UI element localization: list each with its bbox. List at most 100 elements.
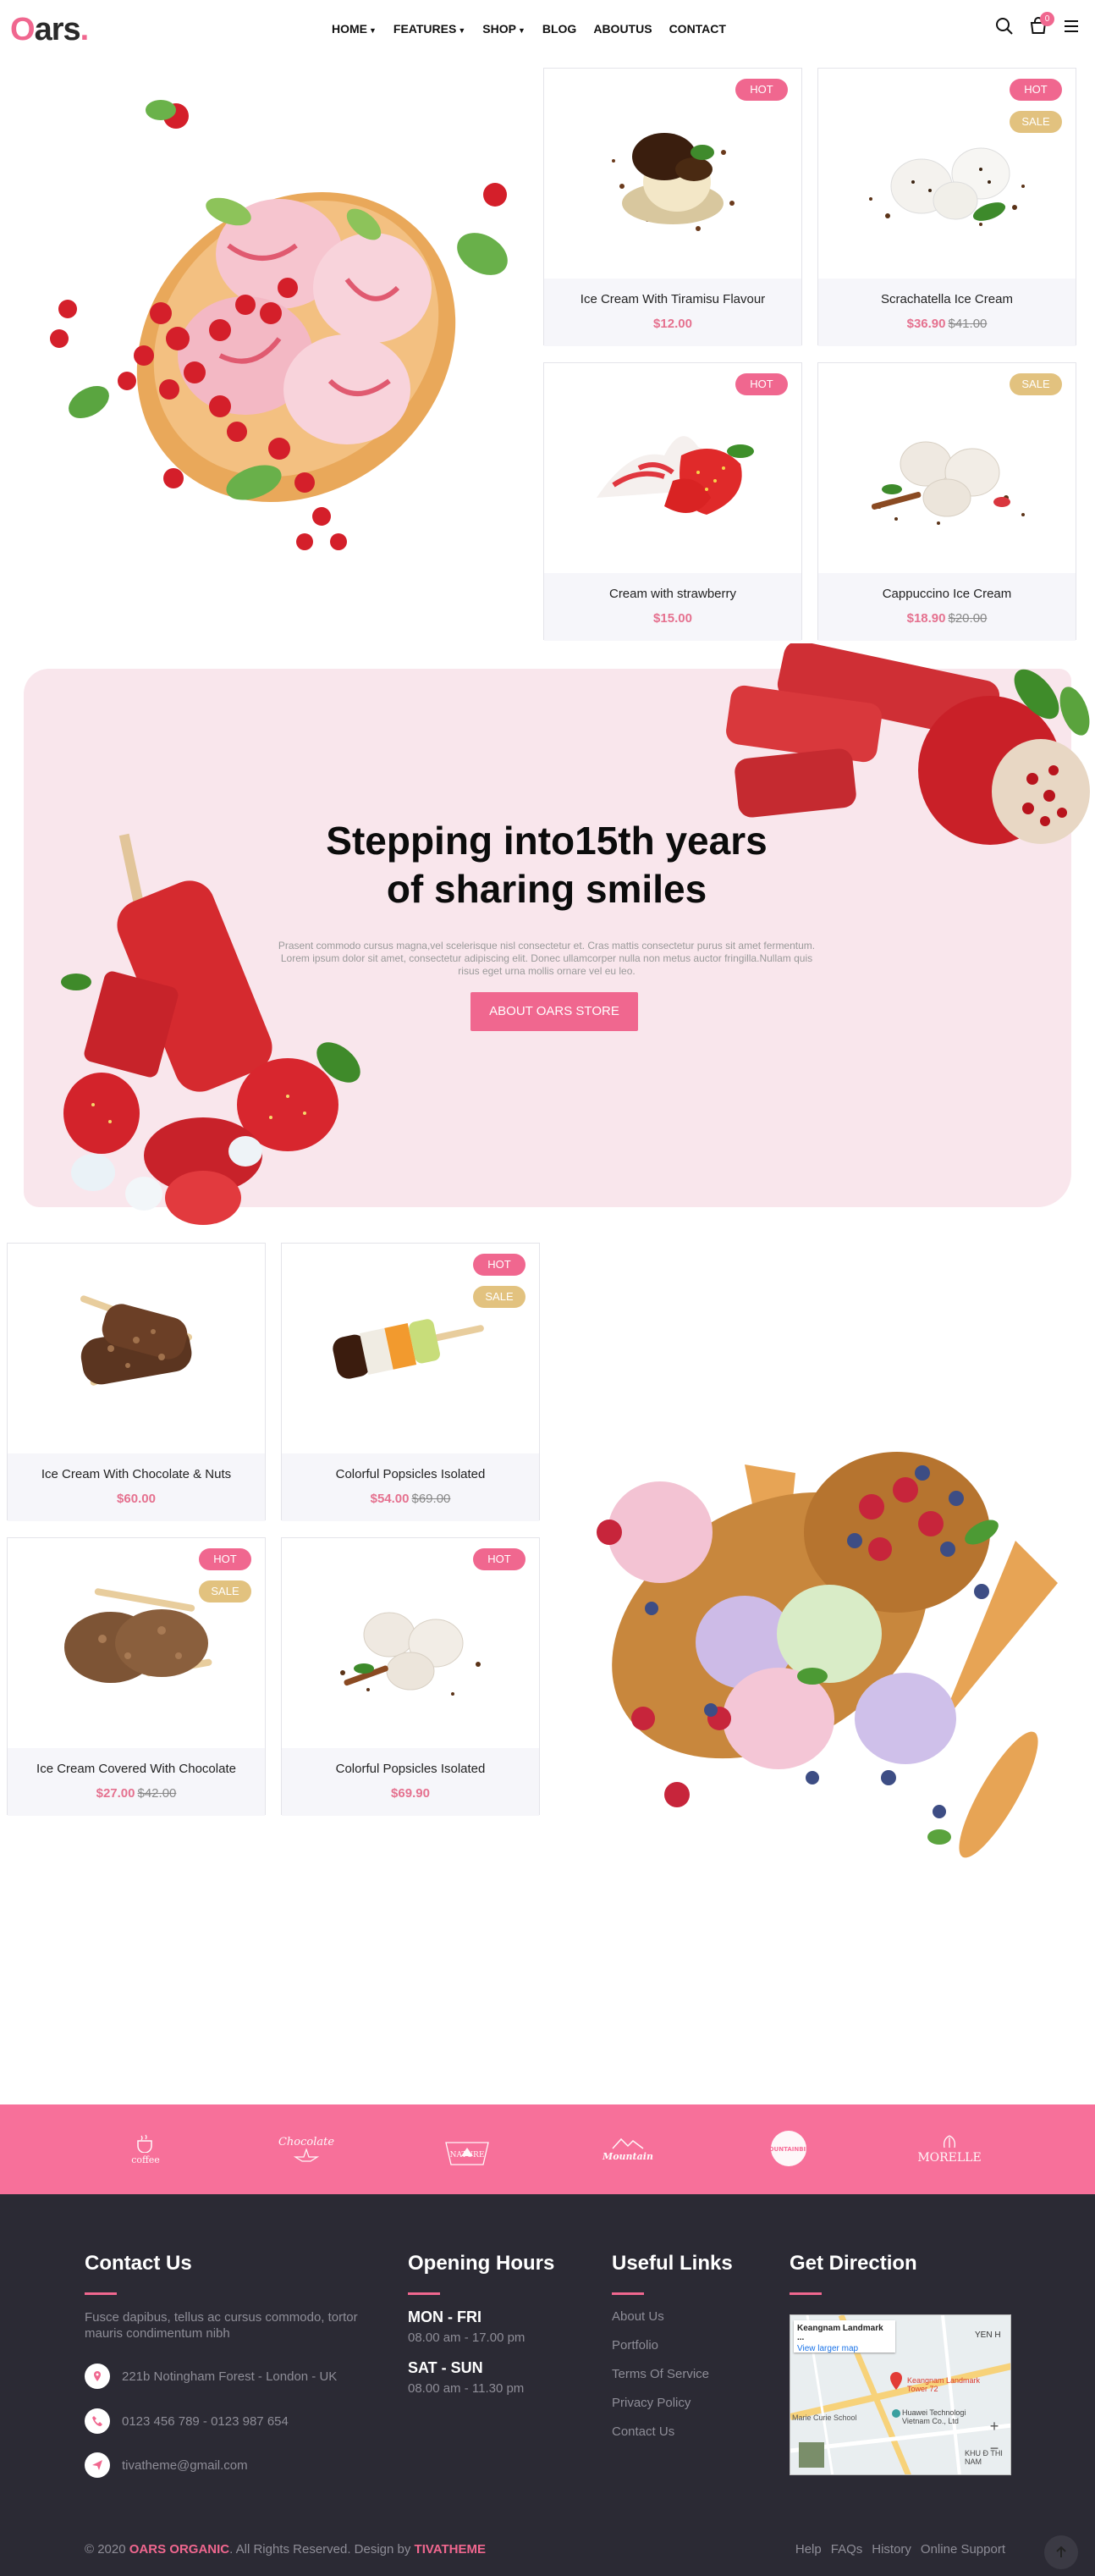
brands-bar: coffee Chocolate NATURE Mountain MOUNTAI… <box>0 2104 1095 2194</box>
product-card[interactable]: HOT SALE Scrachatella Ice Cream $36.90 $4… <box>817 68 1076 346</box>
product-name[interactable]: Ice Cream With Chocolate & Nuts <box>8 1467 265 1481</box>
site-logo[interactable]: Oars. <box>10 12 89 48</box>
cart-button[interactable]: 0 <box>1029 12 1054 40</box>
phone-text: 0123 456 789 - 0123 987 654 <box>122 2413 289 2429</box>
svg-text:MOUNTAINBIKE: MOUNTAINBIKE <box>766 2146 812 2153</box>
brand-logo-chocolate[interactable]: Chocolate <box>278 2127 334 2171</box>
product-image[interactable] <box>8 1244 265 1453</box>
search-icon[interactable] <box>995 17 1014 40</box>
designer-link[interactable]: TIVATHEME <box>415 2542 486 2557</box>
cones-berries-image <box>584 1439 1083 1862</box>
send-icon <box>85 2452 110 2478</box>
zoom-out-icon[interactable]: − <box>985 2437 1004 2459</box>
product-name[interactable]: Cappuccino Ice Cream <box>818 587 1076 601</box>
product-name[interactable]: Ice Cream Covered With Chocolate <box>8 1762 265 1776</box>
title-underline <box>612 2292 644 2295</box>
product-price: $54.00 $69.00 <box>370 1492 451 1506</box>
brand-logo-mountainbike[interactable]: MOUNTAINBIKE <box>762 2127 816 2171</box>
address-text: 221b Notingham Forest - London - UK <box>122 2369 338 2384</box>
location-map[interactable]: Keangnam Landmark ... View larger map YE… <box>790 2314 1011 2475</box>
location-pin-icon <box>85 2364 110 2389</box>
product-card[interactable]: HOT SALE Ice Cream Covered With Chocolat… <box>7 1537 266 1816</box>
product-card[interactable]: Ice Cream With Chocolate & Nuts $60.00 <box>7 1243 266 1521</box>
weekend-hours: 08.00 am - 11.30 pm <box>408 2381 525 2396</box>
sale-badge: SALE <box>199 1580 251 1602</box>
brand-link[interactable]: OARS ORGANIC <box>129 2542 229 2557</box>
arrow-up-icon <box>1056 2546 1066 2557</box>
map-label: YEN H <box>975 2331 1001 2340</box>
opening-hours-title: Opening Hours <box>408 2252 555 2275</box>
map-label: Marie Curie School <box>792 2413 857 2422</box>
hero-currant-icecream-image <box>25 85 533 559</box>
product-name[interactable]: Cream with strawberry <box>544 587 801 601</box>
footer-link-contact[interactable]: Contact Us <box>612 2424 674 2439</box>
chevron-down-icon: ▼ <box>369 26 377 35</box>
product-name[interactable]: Colorful Popsicles Isolated <box>282 1762 539 1776</box>
brand-logo-coffee[interactable]: coffee <box>118 2127 173 2171</box>
zoom-in-icon[interactable]: + <box>985 2415 1004 2437</box>
nav-home[interactable]: HOME ▼ <box>332 22 377 36</box>
title-underline <box>790 2292 822 2295</box>
product-price: $18.90 $20.00 <box>906 611 988 626</box>
map-pin-label: Keangnam Landmark Tower 72 <box>907 2376 981 2393</box>
product-card[interactable]: HOT Colorful Popsicles Isolated $69.90 <box>281 1537 540 1816</box>
brand-logo-morelle[interactable]: MORELLE <box>917 2127 982 2171</box>
nav-shop[interactable]: SHOP ▼ <box>482 22 525 36</box>
product-card[interactable]: HOT Cream with strawberry $15.00 <box>543 362 802 641</box>
cart-count-badge: 0 <box>1040 12 1054 26</box>
hot-badge: HOT <box>735 373 788 395</box>
banner-text: Prasent commodo cursus magna,vel sceleri… <box>278 940 816 977</box>
footer-link-privacy[interactable]: Privacy Policy <box>612 2396 691 2410</box>
footer-link-history[interactable]: History <box>872 2542 911 2557</box>
chevron-down-icon: ▼ <box>458 26 466 35</box>
product-price: $15.00 <box>653 611 692 626</box>
product-card[interactable]: HOT Ice Cream With Tiramisu Flavour $12.… <box>543 68 802 346</box>
email-link[interactable]: tivatheme@gmail.com <box>122 2457 248 2474</box>
map-place-name: Keangnam Landmark ... <box>797 2324 883 2342</box>
main-nav: HOME ▼ FEATURES ▼ SHOP ▼ BLOG ABOUTUS CONTA… <box>332 22 726 36</box>
footer-link-about[interactable]: About Us <box>612 2309 664 2324</box>
sale-badge: SALE <box>473 1286 525 1308</box>
product-price: $60.00 <box>117 1492 156 1506</box>
map-zoom-controls[interactable]: + − <box>985 2415 1004 2459</box>
footer-link-help[interactable]: Help <box>795 2542 822 2557</box>
product-name[interactable]: Scrachatella Ice Cream <box>818 292 1076 306</box>
get-direction-title: Get Direction <box>790 2252 917 2275</box>
sale-badge: SALE <box>1010 373 1062 395</box>
product-old-price: $42.00 <box>137 1786 177 1801</box>
hot-badge: HOT <box>735 79 788 101</box>
footer-link-portfolio[interactable]: Portfolio <box>612 2338 658 2353</box>
phone-icon <box>85 2408 110 2434</box>
product-card[interactable]: SALE Cappuccino Ice Cream $18.90 $20.00 <box>817 362 1076 641</box>
brand-logo-mountain[interactable]: Mountain <box>601 2127 655 2171</box>
back-to-top-button[interactable] <box>1044 2535 1078 2569</box>
title-underline <box>408 2292 440 2295</box>
view-larger-map-link[interactable]: View larger map <box>797 2344 892 2353</box>
email-row: tivatheme@gmail.com <box>85 2452 248 2478</box>
about-store-button[interactable]: ABOUT OARS STORE <box>470 992 638 1031</box>
sale-badge: SALE <box>1010 111 1062 133</box>
footer-link-terms[interactable]: Terms Of Service <box>612 2367 709 2381</box>
nav-blog[interactable]: BLOG <box>542 22 576 36</box>
menu-icon[interactable] <box>1063 19 1080 37</box>
weekday-hours: 08.00 am - 17.00 pm <box>408 2331 525 2345</box>
hot-badge: HOT <box>473 1548 525 1570</box>
address-row: 221b Notingham Forest - London - UK <box>85 2364 337 2389</box>
title-underline <box>85 2292 117 2295</box>
product-card[interactable]: HOT SALE Colorful Popsicles Isolated $54… <box>281 1243 540 1521</box>
brand-logo-nature[interactable]: NATURE <box>440 2127 494 2171</box>
product-old-price: $41.00 <box>948 317 988 331</box>
contact-text: Fusce dapibus, tellus ac cursus commodo,… <box>85 2310 358 2341</box>
nav-features[interactable]: FEATURES ▼ <box>393 22 465 36</box>
footer-bottom-links: Help FAQs History Online Support <box>795 2542 1005 2557</box>
footer-link-support[interactable]: Online Support <box>921 2542 1005 2557</box>
nav-aboutus[interactable]: ABOUTUS <box>593 22 652 36</box>
site-header: Oars. HOME ▼ FEATURES ▼ SHOP ▼ BLOG ABOUTUS… <box>0 0 1095 59</box>
nav-contact[interactable]: CONTACT <box>669 22 726 36</box>
product-price: $12.00 <box>653 317 692 331</box>
product-name[interactable]: Colorful Popsicles Isolated <box>282 1467 539 1481</box>
hot-badge: HOT <box>199 1548 251 1570</box>
footer-link-faqs[interactable]: FAQs <box>831 2542 863 2557</box>
product-name[interactable]: Ice Cream With Tiramisu Flavour <box>544 292 801 306</box>
weekend-label: SAT - SUN <box>408 2359 483 2376</box>
